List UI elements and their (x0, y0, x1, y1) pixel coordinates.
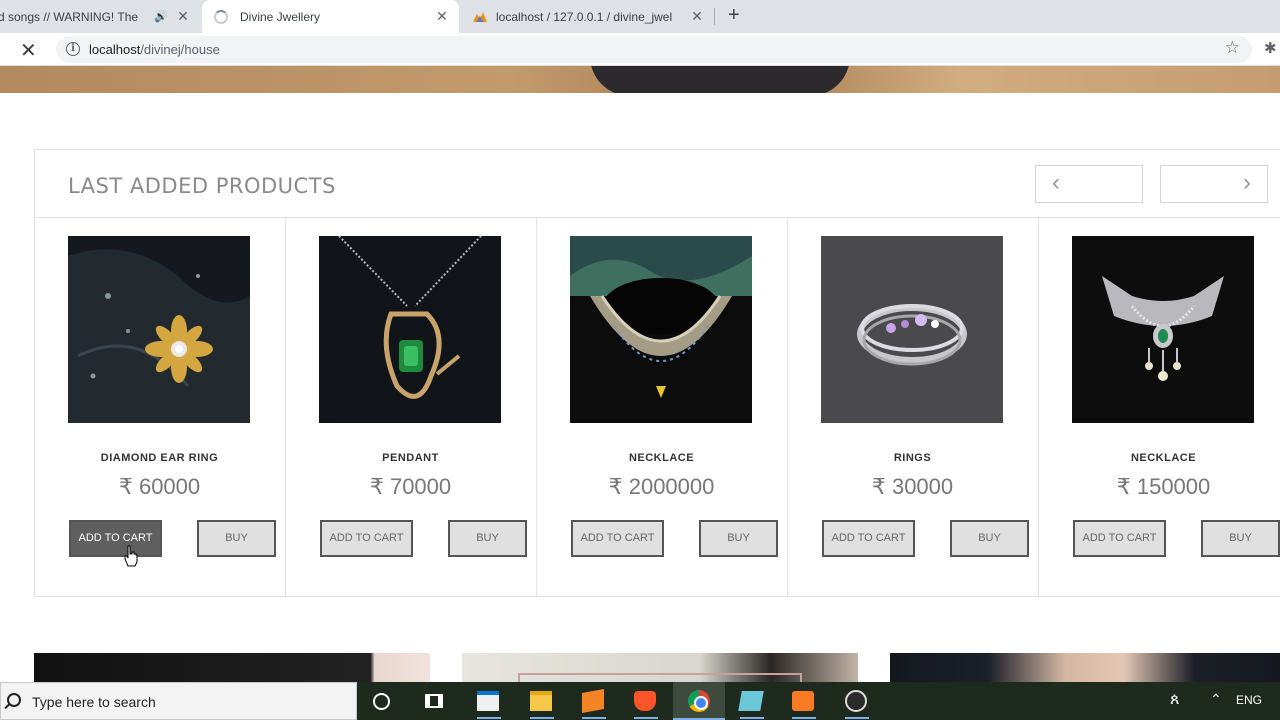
tab-title: Divine Jwellery (240, 9, 321, 24)
input-language-indicator[interactable]: ENG (1236, 693, 1262, 707)
bookmark-star-icon[interactable]: ☆ (1225, 38, 1240, 58)
notes-app-icon[interactable] (738, 691, 764, 711)
product-name: NECKLACE (1130, 452, 1197, 464)
close-tab-icon[interactable]: ✕ (689, 8, 705, 25)
new-tab-button[interactable]: + (728, 4, 740, 27)
running-indicator (740, 717, 764, 719)
add-to-cart-button[interactable]: ADD TO CART (320, 520, 413, 557)
hero-banner-image (0, 66, 1280, 93)
close-tab-icon[interactable]: ✕ (434, 8, 450, 25)
add-to-cart-button[interactable]: ADD TO CART (69, 520, 162, 557)
buy-button[interactable]: BUY (950, 520, 1029, 557)
product-name: PENDANT (382, 452, 439, 464)
product-image-pendant[interactable] (319, 236, 501, 423)
phpmyadmin-favicon-icon (473, 11, 487, 22)
task-view-icon[interactable] (425, 694, 443, 708)
product-price: ₹ 2000000 (608, 474, 715, 499)
add-to-cart-button[interactable]: ADD TO CART (822, 520, 915, 557)
windows-taskbar: Type here to search ጰ ⌃ ENG (0, 682, 1280, 720)
search-icon (7, 693, 21, 707)
url-path: /divinej/house (140, 42, 220, 57)
tab-phpmyadmin[interactable]: localhost / 127.0.0.1 / divine_jwel ✕ (462, 0, 712, 33)
featured-image-1[interactable] (34, 653, 430, 683)
last-added-products-panel: LAST ADDED PRODUCTS ‹ › DIAMOND EAR RING… (34, 149, 1280, 597)
carousel-prev-button[interactable]: ‹ (1035, 165, 1143, 203)
running-indicator (582, 717, 606, 719)
tab-strip: d songs // WARNING! The 🔊 ✕ Divine Jwell… (0, 0, 1280, 33)
url-text[interactable]: localhost/divinej/house (89, 42, 220, 57)
running-indicator (634, 717, 658, 719)
extensions-puzzle-icon[interactable]: ✱ (1264, 39, 1277, 57)
audio-playing-icon[interactable]: 🔊 (154, 10, 168, 23)
cortana-icon[interactable] (373, 693, 390, 710)
banner-photo-detail (590, 66, 850, 93)
loading-spinner-icon (214, 9, 228, 24)
stop-loading-button[interactable]: ✕ (20, 38, 37, 63)
add-to-cart-button[interactable]: ADD TO CART (1073, 520, 1166, 557)
product-name: NECKLACE (628, 452, 695, 464)
product-image-rings[interactable] (821, 236, 1003, 423)
product-price: ₹ 70000 (369, 474, 452, 499)
tab-title: d songs // WARNING! The (0, 9, 139, 24)
product-image-necklace[interactable] (1072, 236, 1254, 423)
taskbar-search-box[interactable]: Type here to search (0, 682, 357, 720)
product-name: DIAMOND EAR RING (100, 452, 219, 464)
product-card: NECKLACE ₹ 2000000 ADD TO CART BUY (537, 218, 788, 597)
url-host: localhost (89, 42, 141, 57)
product-image-diamond-ear-ring[interactable] (68, 236, 250, 423)
chrome-taskbar-button[interactable] (673, 682, 725, 720)
tab-songs[interactable]: d songs // WARNING! The 🔊 ✕ (0, 0, 200, 33)
buy-button[interactable]: BUY (1201, 520, 1280, 557)
people-icon[interactable]: ጰ (1170, 691, 1180, 709)
running-indicator (477, 717, 501, 719)
chevron-right-icon: › (1243, 169, 1251, 196)
panel-header: LAST ADDED PRODUCTS ‹ › (35, 150, 1280, 218)
running-indicator (530, 717, 554, 719)
address-bar[interactable]: i localhost/divinej/house ☆ (56, 36, 1252, 63)
search-placeholder: Type here to search (32, 694, 156, 710)
microsoft-store-icon[interactable] (477, 691, 499, 711)
product-card: NECKLACE ₹ 150000 ADD TO CART BUY (1039, 218, 1280, 597)
featured-image-3[interactable] (890, 653, 1280, 683)
tab-divider (714, 8, 715, 25)
product-price: ₹ 150000 (1116, 474, 1211, 499)
brave-browser-icon[interactable] (634, 691, 656, 711)
add-to-cart-button[interactable]: ADD TO CART (571, 520, 664, 557)
obs-studio-icon[interactable] (845, 690, 867, 712)
product-card: RINGS ₹ 30000 ADD TO CART BUY (788, 218, 1039, 597)
section-title: LAST ADDED PRODUCTS (68, 174, 336, 198)
buy-button[interactable]: BUY (448, 520, 527, 557)
product-price: ₹ 60000 (118, 474, 201, 499)
xampp-icon[interactable] (792, 691, 814, 711)
hand-cursor-icon (124, 545, 138, 567)
tab-title: localhost / 127.0.0.1 / divine_jwel (496, 9, 673, 24)
show-hidden-icons-icon[interactable]: ⌃ (1210, 691, 1222, 708)
close-tab-icon[interactable]: ✕ (175, 8, 191, 25)
buy-button[interactable]: BUY (699, 520, 778, 557)
chevron-left-icon: ‹ (1052, 169, 1060, 196)
browser-toolbar: ✕ i localhost/divinej/house ☆ ✱ (0, 33, 1280, 66)
site-info-icon[interactable]: i (66, 42, 80, 56)
product-card: DIAMOND EAR RING ₹ 60000 ADD TO CART BUY (35, 218, 286, 597)
running-indicator (845, 717, 869, 719)
tab-divine-jwellery[interactable]: Divine Jwellery ✕ (202, 0, 459, 33)
product-card: PENDANT ₹ 70000 ADD TO CART BUY (286, 218, 537, 597)
product-price: ₹ 30000 (871, 474, 954, 499)
sublime-text-icon[interactable] (582, 689, 604, 713)
file-explorer-icon[interactable] (530, 691, 552, 711)
product-carousel: DIAMOND EAR RING ₹ 60000 ADD TO CART BUY… (35, 218, 1280, 597)
buy-button[interactable]: BUY (197, 520, 276, 557)
carousel-next-button[interactable]: › (1160, 165, 1268, 203)
product-name: RINGS (893, 452, 932, 464)
chrome-icon (688, 690, 710, 712)
product-image-necklace[interactable] (570, 236, 752, 423)
running-indicator (792, 717, 816, 719)
featured-image-2[interactable] (462, 653, 858, 683)
